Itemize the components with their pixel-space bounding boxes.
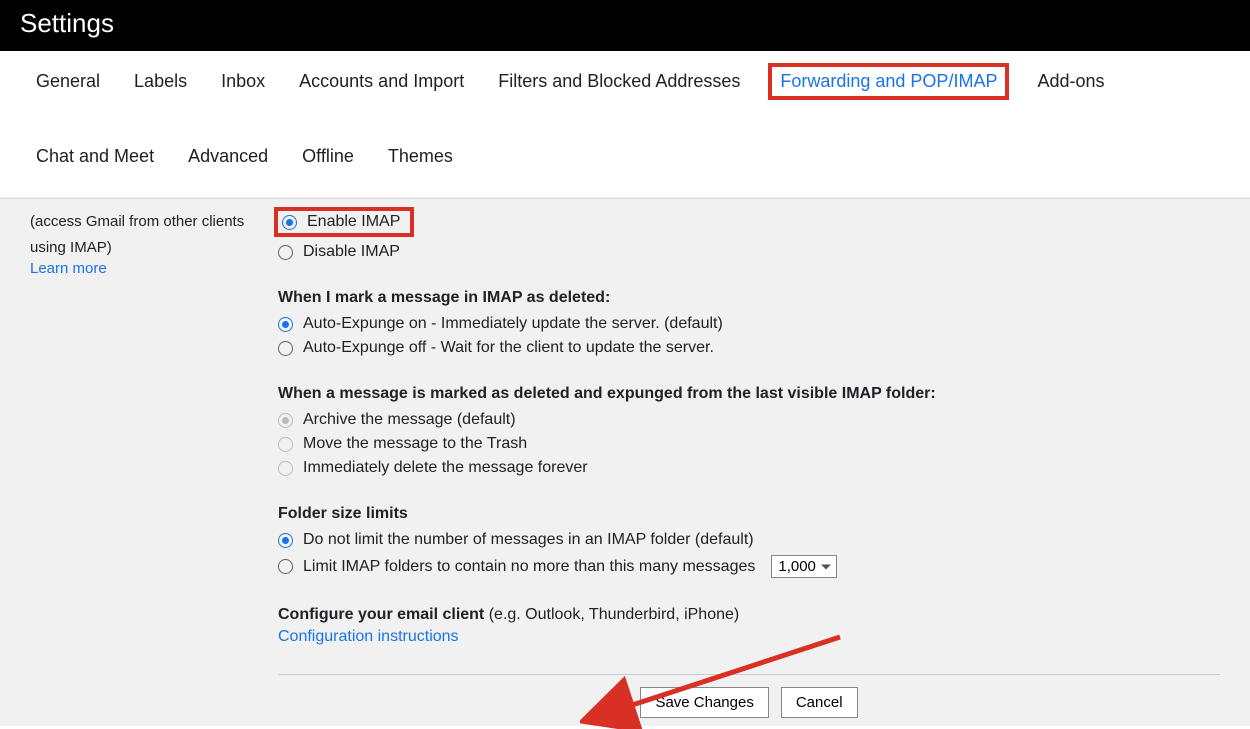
disable-imap-row[interactable]: Disable IMAP [278, 243, 1220, 261]
archive-message-label: Archive the message (default) [303, 411, 516, 429]
auto-expunge-on-row[interactable]: Auto-Expunge on - Immediately update the… [278, 315, 1220, 333]
imap-note-line2: using IMAP) [30, 235, 278, 261]
auto-expunge-on-radio[interactable] [278, 317, 293, 332]
no-limit-radio[interactable] [278, 533, 293, 548]
settings-content: (access Gmail from other clients using I… [0, 198, 1250, 726]
settings-tabs: General Labels Inbox Accounts and Import… [0, 51, 1250, 198]
move-trash-row: Move the message to the Trash [278, 435, 1220, 453]
divider [278, 674, 1220, 675]
enable-imap-row[interactable]: Enable IMAP [278, 207, 1220, 237]
auto-expunge-off-row[interactable]: Auto-Expunge off - Wait for the client t… [278, 339, 1220, 357]
auto-expunge-off-label: Auto-Expunge off - Wait for the client t… [303, 339, 714, 357]
move-trash-radio [278, 437, 293, 452]
action-buttons: Save Changes Cancel [278, 687, 1220, 726]
delete-forever-radio [278, 461, 293, 476]
tab-forwarding-pop-imap[interactable]: Forwarding and POP/IMAP [768, 63, 1009, 100]
tab-chat-meet[interactable]: Chat and Meet [30, 144, 160, 169]
tab-filters-blocked[interactable]: Filters and Blocked Addresses [492, 69, 746, 94]
tab-general[interactable]: General [30, 69, 106, 94]
save-changes-button[interactable]: Save Changes [640, 687, 768, 718]
archive-message-radio [278, 413, 293, 428]
limit-label: Limit IMAP folders to contain no more th… [303, 558, 755, 576]
move-trash-label: Move the message to the Trash [303, 435, 527, 453]
disable-imap-radio[interactable] [278, 245, 293, 260]
disable-imap-label: Disable IMAP [303, 243, 400, 261]
configure-client-bold: Configure your email client [278, 606, 484, 623]
enable-imap-radio[interactable] [282, 215, 297, 230]
limit-radio[interactable] [278, 559, 293, 574]
auto-expunge-off-radio[interactable] [278, 341, 293, 356]
tab-inbox[interactable]: Inbox [215, 69, 271, 94]
tab-themes[interactable]: Themes [382, 144, 459, 169]
delete-forever-row: Immediately delete the message forever [278, 459, 1220, 477]
tab-labels[interactable]: Labels [128, 69, 193, 94]
expunge-heading: When I mark a message in IMAP as deleted… [278, 289, 1220, 307]
archive-message-row: Archive the message (default) [278, 411, 1220, 429]
tab-accounts-import[interactable]: Accounts and Import [293, 69, 470, 94]
tab-offline[interactable]: Offline [296, 144, 360, 169]
learn-more-link[interactable]: Learn more [30, 260, 107, 277]
page-header: Settings [0, 0, 1250, 51]
message-limit-select[interactable]: 1,000 [771, 555, 837, 578]
cancel-button[interactable]: Cancel [781, 687, 858, 718]
imap-note-line1: (access Gmail from other clients [30, 209, 278, 235]
folder-limits-heading: Folder size limits [278, 505, 1220, 523]
delete-forever-label: Immediately delete the message forever [303, 459, 588, 477]
imap-settings-panel: Enable IMAP Disable IMAP When I mark a m… [278, 199, 1220, 726]
page-title: Settings [20, 8, 1230, 39]
no-limit-row[interactable]: Do not limit the number of messages in a… [278, 531, 1220, 549]
enable-imap-label: Enable IMAP [307, 213, 400, 231]
no-limit-label: Do not limit the number of messages in a… [303, 531, 754, 549]
imap-access-description: (access Gmail from other clients using I… [30, 199, 278, 726]
configuration-instructions-link[interactable]: Configuration instructions [278, 628, 459, 646]
configure-client-rest: (e.g. Outlook, Thunderbird, iPhone) [484, 606, 739, 623]
tab-addons[interactable]: Add-ons [1031, 69, 1110, 94]
enable-imap-highlight: Enable IMAP [274, 207, 414, 237]
tab-advanced[interactable]: Advanced [182, 144, 274, 169]
auto-expunge-on-label: Auto-Expunge on - Immediately update the… [303, 315, 723, 333]
limit-row[interactable]: Limit IMAP folders to contain no more th… [278, 555, 1220, 578]
configure-client-line: Configure your email client (e.g. Outloo… [278, 606, 1220, 624]
deleted-action-heading: When a message is marked as deleted and … [278, 385, 1220, 403]
